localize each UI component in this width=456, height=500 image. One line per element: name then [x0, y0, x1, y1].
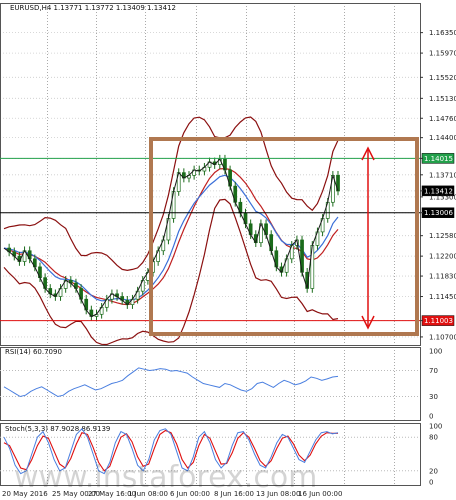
- price-tick-label: 1.16350: [429, 29, 456, 37]
- stoch-tick-label: 20: [429, 467, 438, 475]
- price-tick-label: 1.13300: [429, 193, 456, 201]
- level-tag-label: 1.13006: [424, 209, 453, 217]
- price-tick-label: 1.10700: [429, 333, 456, 341]
- price-tick-label: 1.15130: [429, 95, 456, 103]
- price-tick-label: 1.15520: [429, 74, 456, 82]
- rsi-label: RSI(14) 60.7090: [5, 348, 62, 356]
- price-tick-label: 1.14760: [429, 115, 456, 123]
- level-tag-label: 1.11003: [424, 317, 453, 325]
- stoch-tick-label: 100: [429, 423, 442, 431]
- rsi-tick-label: 100: [429, 348, 442, 356]
- watermark: www.instaforex.com: [14, 460, 317, 495]
- stoch-label: Stoch(5,3,3) 87.9028 86.9139: [5, 425, 110, 433]
- price-tick-label: 1.11830: [429, 273, 456, 281]
- rsi-tick-label: 70: [429, 367, 438, 375]
- price-tick-label: 1.14400: [429, 134, 456, 142]
- stoch-tick-label: 0: [429, 479, 433, 487]
- price-tick-label: 1.12580: [429, 232, 456, 240]
- chart-window: EURUSD,H4 1.13771 1.13772 1.13409 1.1341…: [0, 0, 456, 500]
- rsi-tick-label: 0: [429, 413, 433, 421]
- price-tick-label: 1.13710: [429, 171, 456, 179]
- symbol-header: EURUSD,H4 1.13771 1.13772 1.13409 1.1341…: [10, 4, 176, 12]
- price-tick-label: 1.12200: [429, 253, 456, 261]
- trading-chart[interactable]: EURUSD,H4 1.13771 1.13772 1.13409 1.1341…: [0, 0, 456, 500]
- level-tag-label: 1.14015: [424, 155, 453, 163]
- price-tick-label: 1.11450: [429, 293, 456, 301]
- rsi-tick-label: 30: [429, 393, 438, 401]
- price-tick-label: 1.15970: [429, 50, 456, 58]
- stoch-tick-label: 80: [429, 434, 438, 442]
